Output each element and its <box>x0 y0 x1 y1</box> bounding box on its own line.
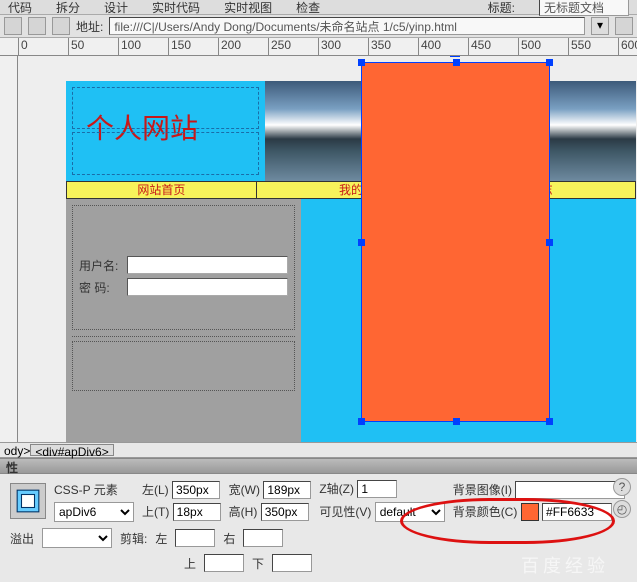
nav-home[interactable]: 网站首页 <box>67 182 257 198</box>
menu-liveview[interactable]: 实时视图 <box>224 0 272 16</box>
sidebar: 用户名: 密 码: <box>66 199 301 442</box>
menu-split[interactable]: 拆分 <box>56 0 80 16</box>
nav-back-button[interactable] <box>4 17 22 35</box>
apdiv6-element[interactable] <box>361 62 550 422</box>
content: 用户名: 密 码: <box>66 199 636 442</box>
title-label: 标题: <box>488 0 515 16</box>
divider <box>72 336 295 337</box>
top-label: 上(T) <box>142 505 169 519</box>
banner-left: 个人网站 <box>66 81 265 181</box>
anchor-handle[interactable] <box>450 56 460 57</box>
menu-livecode[interactable]: 实时代码 <box>152 0 200 16</box>
width-input[interactable] <box>263 481 311 499</box>
resize-handle[interactable] <box>358 418 365 425</box>
navbar: 网站首页 我的 日志 <box>66 181 636 199</box>
clip-bottom-input[interactable] <box>272 554 312 572</box>
clip-top-label: 上 <box>184 555 196 572</box>
doc-title-input[interactable] <box>539 0 629 16</box>
password-input[interactable] <box>127 278 288 296</box>
cssp-label: CSS-P 元素 <box>54 481 134 498</box>
workspace: 个人网站 网站首页 我的 日志 用户名: 密 码: <box>0 56 637 442</box>
resize-handle[interactable] <box>453 418 460 425</box>
visibility-select[interactable]: default <box>375 502 445 522</box>
login-form: 用户名: 密 码: <box>72 205 295 330</box>
menu-design[interactable]: 设计 <box>104 0 128 16</box>
tag-body[interactable]: ody> <box>4 444 30 456</box>
resize-handle[interactable] <box>546 239 553 246</box>
ruler-horizontal: 0 50 100 150 200 250 300 350 400 450 500… <box>0 38 637 56</box>
nav-home-button[interactable] <box>52 17 70 35</box>
z-input[interactable] <box>357 480 397 498</box>
tag-selector: ody> <div#apDiv6> <box>0 442 637 458</box>
username-input[interactable] <box>127 256 288 274</box>
resize-handle[interactable] <box>358 59 365 66</box>
password-label: 密 码: <box>79 279 127 296</box>
overflow-label: 溢出 <box>10 530 34 547</box>
browse-button[interactable] <box>615 17 633 35</box>
bgimg-input[interactable] <box>515 481 625 499</box>
site-title: 个人网站 <box>86 107 198 147</box>
clip-top-input[interactable] <box>204 554 244 572</box>
resize-handle[interactable] <box>358 239 365 246</box>
top-menu: 代码 拆分 设计 实时代码 实时视图 检查 标题: <box>0 0 637 14</box>
tag-apdiv6[interactable]: <div#apDiv6> <box>30 444 113 456</box>
address-label: 地址: <box>76 18 103 35</box>
element-id-select[interactable]: apDiv6 <box>54 502 134 522</box>
vis-label: 可见性(V) <box>319 505 371 519</box>
width-label: 宽(W) <box>229 483 260 497</box>
top-input[interactable] <box>173 503 221 521</box>
element-icon <box>10 483 46 519</box>
address-toolbar: 地址: ▾ <box>0 14 637 38</box>
address-input[interactable] <box>109 17 585 35</box>
menu-inspect[interactable]: 检查 <box>296 0 320 16</box>
menu-code[interactable]: 代码 <box>8 0 32 16</box>
overflow-select[interactable] <box>42 528 112 548</box>
height-input[interactable] <box>261 503 309 521</box>
clip-label: 剪辑: <box>120 530 147 547</box>
resize-handle[interactable] <box>546 59 553 66</box>
sidebar-box <box>72 341 295 391</box>
resize-handle[interactable] <box>546 418 553 425</box>
options-icon[interactable]: ◴ <box>613 500 631 518</box>
clip-left-input[interactable] <box>175 529 215 547</box>
address-dropdown[interactable]: ▾ <box>591 17 609 35</box>
design-canvas[interactable]: 个人网站 网站首页 我的 日志 用户名: 密 码: <box>18 56 637 442</box>
clip-bottom-label: 下 <box>252 555 264 572</box>
properties-panel: ? ◴ CSS-P 元素 apDiv6 左(L) 上(T) 宽(W) 高(H) … <box>0 474 637 582</box>
left-label: 左(L) <box>142 483 169 497</box>
bgcolor-input[interactable] <box>542 503 612 521</box>
properties-header: 性 <box>0 458 637 474</box>
banner: 个人网站 <box>66 81 636 181</box>
z-label: Z轴(Z) <box>319 482 354 496</box>
resize-handle[interactable] <box>453 59 460 66</box>
username-label: 用户名: <box>79 257 127 274</box>
help-icon[interactable]: ? <box>613 478 631 496</box>
clip-left-label: 左 <box>155 530 167 547</box>
clip-right-input[interactable] <box>243 529 283 547</box>
left-input[interactable] <box>172 481 220 499</box>
nav-fwd-button[interactable] <box>28 17 46 35</box>
bgcolor-label: 背景颜色(C) <box>453 505 518 519</box>
bgimg-label: 背景图像(I) <box>453 483 512 497</box>
clip-right-label: 右 <box>223 530 235 547</box>
bgcolor-swatch[interactable] <box>521 503 539 521</box>
page: 个人网站 网站首页 我的 日志 用户名: 密 码: <box>66 81 636 442</box>
ruler-vertical <box>0 56 18 442</box>
height-label: 高(H) <box>229 505 258 519</box>
